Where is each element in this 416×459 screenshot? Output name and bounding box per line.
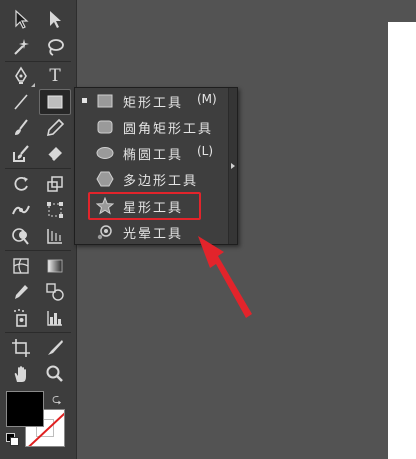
pen-icon (15, 66, 27, 84)
scale-tool[interactable] (40, 172, 70, 196)
hand-tool[interactable] (6, 362, 36, 386)
flyout-item-rounded-rectangle[interactable]: 圆角矩形工具 (75, 114, 230, 140)
toolbar-divider (5, 61, 71, 62)
artboard-icon (12, 339, 30, 357)
column-graph-tool[interactable] (40, 306, 70, 330)
slice-tool[interactable] (40, 336, 70, 360)
perspective-grid-tool[interactable] (40, 224, 70, 248)
flyout-item-label: 多边形工具 (123, 174, 199, 189)
flyout-item-polygon[interactable]: 多边形工具 (75, 166, 230, 192)
type-tool[interactable]: T (40, 64, 70, 88)
flyout-item-label: 椭圆工具 (123, 148, 184, 163)
blob-brush-tool[interactable] (6, 142, 36, 166)
line-tool[interactable] (6, 90, 36, 114)
default-fill-stroke-icon[interactable] (6, 433, 20, 447)
perspective-grid-icon (47, 229, 62, 244)
ellipse-icon (95, 144, 115, 162)
blend-tool[interactable] (40, 280, 70, 304)
flyout-item-shortcut: (L) (197, 144, 214, 158)
magic-wand-icon (14, 39, 29, 55)
flyout-item-label: 星形工具 (123, 201, 184, 216)
zoom-icon (46, 365, 63, 382)
zoom-tool[interactable] (40, 362, 70, 386)
artboard-tool[interactable] (6, 336, 36, 360)
shape-builder-icon (12, 228, 29, 245)
pen-tool[interactable] (6, 64, 36, 88)
flyout-item-ellipse[interactable]: 椭圆工具 (L) (75, 140, 230, 166)
shape-tools-flyout: 矩形工具 (M) 圆角矩形工具 椭圆工具 (L) 多边形工具 星形工具 光晕工具 (74, 87, 238, 245)
type-icon: T (49, 66, 61, 86)
lasso-icon (48, 39, 64, 56)
mesh-tool[interactable] (6, 254, 36, 278)
toolbar-divider (5, 332, 71, 333)
rotate-tool[interactable] (6, 172, 36, 196)
rectangle-icon (47, 95, 63, 109)
eraser-tool[interactable] (40, 142, 70, 166)
default-stroke-box (10, 437, 19, 446)
flare-icon (95, 223, 115, 241)
eraser-icon (47, 147, 62, 161)
eyedropper-tool[interactable] (6, 280, 36, 304)
slice-icon (48, 340, 63, 355)
mesh-icon (13, 258, 29, 274)
swap-fill-stroke-icon[interactable]: ⮎ (52, 390, 62, 411)
blend-icon (46, 283, 64, 301)
selection-tool[interactable] (6, 7, 36, 31)
polygon-icon (95, 170, 115, 188)
direct-selection-tool[interactable] (40, 7, 70, 31)
selected-bullet (82, 98, 87, 103)
rectangle-icon (95, 92, 115, 110)
rectangle-tool[interactable] (39, 89, 71, 115)
flyout-item-flare[interactable]: 光晕工具 (75, 219, 230, 245)
pencil-icon (46, 118, 65, 137)
hand-icon (14, 366, 26, 382)
pencil-tool[interactable] (40, 116, 70, 140)
tools-panel: T ⮎ (0, 0, 77, 459)
toolbar-divider (5, 168, 71, 169)
rounded-rectangle-icon (95, 118, 115, 136)
symbol-sprayer-icon (14, 309, 27, 327)
tearoff-grip[interactable] (228, 88, 237, 244)
flyout-item-label: 矩形工具 (123, 96, 184, 111)
flyout-item-label: 圆角矩形工具 (123, 122, 214, 137)
tearoff-arrow-icon (231, 163, 235, 169)
flyout-item-shortcut: (M) (197, 92, 217, 106)
column-graph-icon (47, 311, 62, 326)
fill-swatch[interactable] (6, 391, 44, 427)
free-transform-tool[interactable] (40, 198, 70, 222)
width-icon (12, 205, 30, 215)
gradient-icon (47, 259, 63, 273)
flyout-item-star[interactable]: 星形工具 (75, 193, 230, 219)
toolbar-divider (5, 250, 71, 251)
blob-brush-icon (13, 145, 29, 162)
star-icon (95, 197, 115, 215)
magic-wand-tool[interactable] (6, 35, 36, 59)
submenu-indicator (31, 83, 35, 87)
shape-builder-tool[interactable] (6, 224, 36, 248)
artboard[interactable] (388, 22, 416, 459)
gradient-tool[interactable] (40, 254, 70, 278)
paintbrush-tool[interactable] (6, 116, 36, 140)
eyedropper-icon (15, 285, 28, 299)
free-transform-icon (47, 202, 63, 218)
arrow-icon (15, 9, 29, 29)
flyout-item-rectangle[interactable]: 矩形工具 (M) (75, 88, 230, 114)
brush-icon (15, 119, 28, 135)
hollow-arrow-icon (50, 11, 61, 28)
lasso-tool[interactable] (40, 35, 70, 59)
symbol-sprayer-tool[interactable] (6, 306, 36, 330)
line-icon (14, 94, 28, 110)
width-tool[interactable] (6, 198, 36, 222)
scale-icon (47, 176, 63, 192)
flyout-item-label: 光晕工具 (123, 227, 184, 242)
rotate-icon (14, 176, 28, 191)
